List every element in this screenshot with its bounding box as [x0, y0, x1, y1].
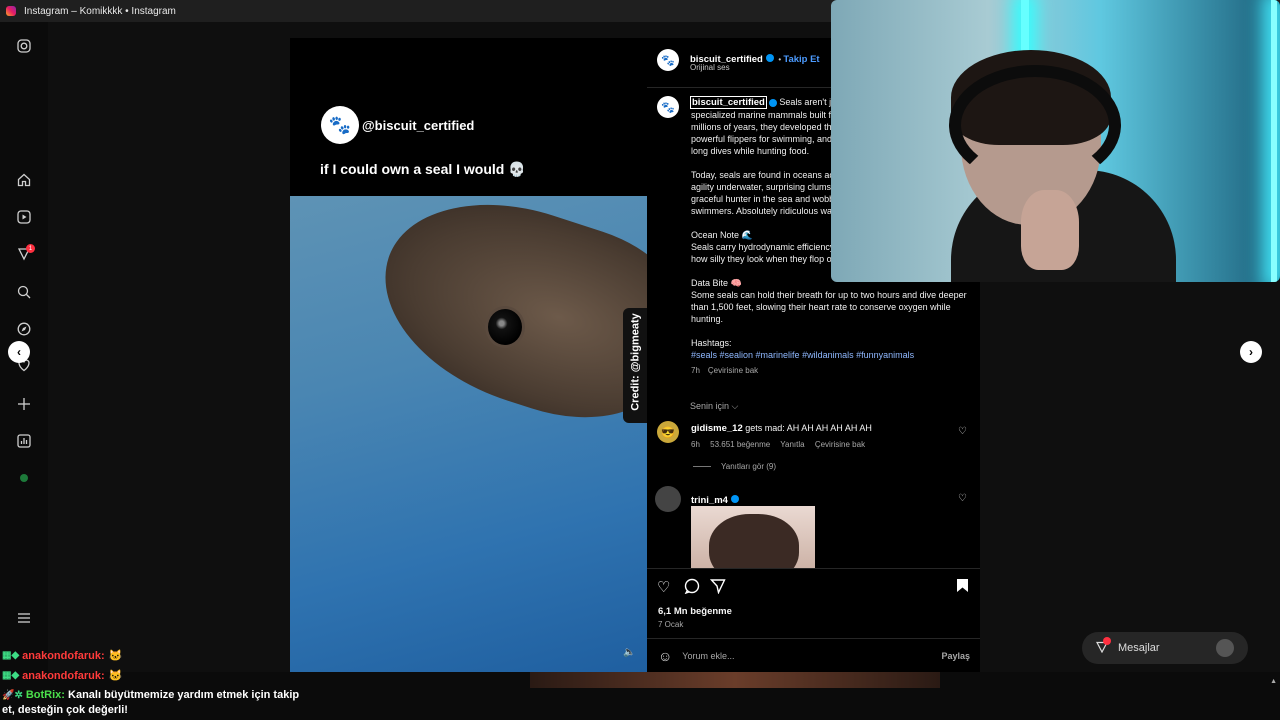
author-avatar[interactable]: 🐾	[657, 49, 679, 71]
video-handle: @biscuit_certified	[362, 118, 475, 133]
caption-data-bite: Some seals can hold their breath for up …	[691, 290, 967, 324]
messages-label: Mesajlar	[1118, 642, 1160, 654]
audio-label[interactable]: Orijinal ses	[690, 63, 730, 72]
chat-username: anakondofaruk:	[22, 670, 105, 682]
add-comment-bar: ☺ Paylaş	[647, 638, 980, 672]
messages-avatar	[1216, 639, 1234, 657]
post-date: 7 Ocak	[658, 620, 684, 629]
explore-icon[interactable]	[16, 321, 32, 337]
comment-likes[interactable]: 53.651 beğenme	[710, 440, 770, 449]
chat-badges-icon: ▦◆	[2, 670, 20, 681]
sidebar: 1	[0, 22, 48, 642]
search-icon[interactable]	[16, 284, 32, 300]
chat-badges-icon: ▦◆	[2, 650, 20, 661]
caption-translate-link[interactable]: Çevirisine bak	[708, 366, 758, 375]
comment-image-face	[709, 514, 799, 568]
chat-text: 🐱	[108, 670, 123, 682]
comment-translate-link[interactable]: Çevirisine bak	[815, 440, 865, 449]
post-media[interactable]: 🐾 @biscuit_certified if I could own a se…	[290, 38, 647, 672]
next-post-button[interactable]: ›	[1240, 341, 1262, 363]
reels-icon[interactable]	[16, 209, 32, 225]
dashboard-icon[interactable]	[16, 433, 32, 449]
caption-data-bite-title: Data Bite 🧠	[691, 278, 742, 288]
window-title: Instagram – Komikkkk • Instagram	[24, 5, 176, 17]
caption-time: 7h	[691, 366, 700, 375]
chevron-down-icon: ⌵	[731, 401, 739, 411]
chat-message: 🚀✲ BotRix: Kanalı büyütmemize yardım etme…	[2, 688, 302, 717]
emoji-icon[interactable]: ☺	[658, 648, 672, 664]
comment-like-heart-icon[interactable]: ♡	[958, 493, 967, 504]
chat-text: 🐱	[108, 650, 123, 662]
comment-text: gets mad: AH AH AH AH AH AH	[745, 423, 872, 433]
comment-image[interactable]	[691, 506, 815, 568]
video-avatar: 🐾	[321, 106, 359, 144]
instagram-icon[interactable]	[16, 38, 32, 54]
bot-badges-icon: 🚀✲	[2, 690, 23, 701]
commenter-avatar[interactable]: 😎	[657, 421, 679, 443]
reply-button[interactable]: Yanıtla	[780, 440, 804, 449]
hashtags-label: Hashtags:	[691, 338, 732, 348]
messages-badge	[1103, 637, 1111, 645]
stream-chat: ▦◆ anakondofaruk: 🐱 ▦◆ anakondofaruk: 🐱 …	[2, 646, 302, 717]
caption-username[interactable]: biscuit_certified	[690, 96, 767, 109]
hashtags[interactable]: #seals #sealion #marinelife #wildanimals…	[691, 350, 914, 360]
follow-button[interactable]: Takip Et	[783, 54, 819, 65]
home-icon[interactable]	[16, 172, 32, 188]
verified-icon	[765, 53, 774, 62]
like-heart-icon[interactable]: ♡	[657, 578, 670, 596]
view-replies-button[interactable]: Yanıtları gör (9)	[693, 462, 776, 471]
create-icon[interactable]	[16, 396, 32, 412]
verified-icon	[730, 494, 739, 503]
video-caption: if I could own a seal I would 💀	[320, 161, 526, 177]
scroll-down-icon[interactable]: ▲	[1270, 678, 1277, 685]
seal-eye	[485, 306, 525, 348]
bookmark-icon[interactable]	[956, 578, 969, 597]
notification-badge: 1	[26, 244, 35, 253]
previous-post-button[interactable]: ‹	[8, 341, 30, 363]
comment-input[interactable]	[682, 650, 903, 661]
video-header: 🐾 @biscuit_certified if I could own a se…	[290, 38, 647, 196]
menu-icon[interactable]	[16, 610, 32, 626]
instagram-favicon-icon	[6, 6, 16, 16]
profile-icon[interactable]	[16, 470, 32, 486]
chat-username: anakondofaruk:	[22, 650, 105, 662]
share-send-icon[interactable]	[709, 578, 726, 598]
commenter-username[interactable]: gidisme_12	[691, 423, 743, 434]
credit-text: Credit: @bigmeaty	[629, 313, 642, 411]
comment-sort-dropdown[interactable]: Senin için ⌵	[690, 401, 738, 412]
post-comment-button[interactable]: Paylaş	[941, 651, 970, 661]
caption-avatar[interactable]: 🐾	[657, 96, 679, 118]
stream-background-strip	[530, 672, 940, 688]
comment-time: 6h	[691, 440, 700, 449]
chat-username: BotRix:	[25, 689, 65, 701]
commenter-avatar[interactable]	[655, 486, 681, 512]
credit-tag: Credit: @bigmeaty	[623, 308, 647, 423]
chat-message: ▦◆ anakondofaruk: 🐱	[2, 646, 302, 666]
mute-icon[interactable]: 🔈	[623, 647, 635, 658]
webcam-overlay	[831, 0, 1280, 282]
likes-count[interactable]: 6,1 Mn beğenme	[658, 606, 732, 617]
commenter-username[interactable]: trini_m4	[691, 495, 728, 506]
headphones	[949, 65, 1121, 185]
caption-ocean-note-title: Ocean Note 🌊	[691, 230, 753, 240]
comment-bubble-icon[interactable]	[684, 578, 700, 598]
post-actions: ♡ 6,1 Mn beğenme 7 Ocak	[647, 568, 980, 638]
verified-icon	[768, 98, 777, 107]
led-light	[1271, 0, 1277, 282]
chat-message: ▦◆ anakondofaruk: 🐱	[2, 666, 302, 686]
streamer-hand	[1021, 190, 1079, 270]
comment-like-heart-icon[interactable]: ♡	[958, 426, 967, 437]
